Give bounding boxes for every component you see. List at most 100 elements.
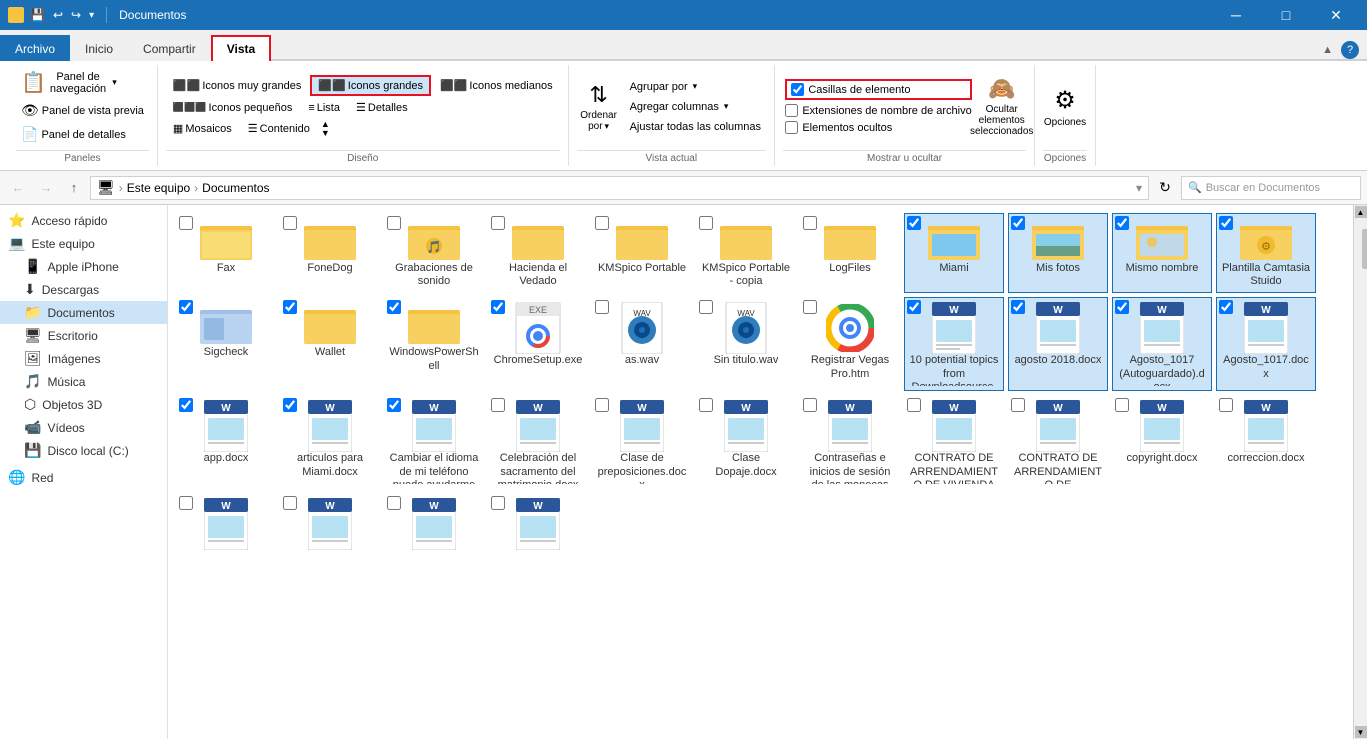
ajustar-columnas-btn[interactable]: Ajustar todas las columnas	[625, 118, 766, 136]
extensiones-checkbox-label[interactable]: Extensiones de nombre de archivo	[785, 104, 971, 117]
maximize-button[interactable]: □	[1263, 0, 1309, 30]
mosaicos-btn[interactable]: ▦ Mosaicos	[166, 119, 239, 138]
file-item-10potential[interactable]: W 10 potential topics from Downloadsourc…	[904, 297, 1004, 391]
iconos-grandes-btn[interactable]: ⬛⬛ Iconos grandes	[310, 75, 431, 96]
sidebar-item-descargas[interactable]: ⬇ Descargas	[0, 278, 167, 301]
file-item-agosto2018[interactable]: W agosto 2018.docx	[1008, 297, 1108, 391]
sidebar-item-apple-iphone[interactable]: 📱 Apple iPhone	[0, 255, 167, 278]
file-checkbox-agosto1017[interactable]	[1219, 300, 1233, 314]
agregar-columnas-btn[interactable]: Agregar columnas ▾	[625, 98, 766, 116]
tab-vista[interactable]: Vista	[211, 35, 271, 61]
file-checkbox-aswav[interactable]	[595, 300, 609, 314]
file-checkbox-10potential[interactable]	[907, 300, 921, 314]
file-item-doc3[interactable]: W	[384, 493, 484, 555]
sidebar-item-imagenes[interactable]: 🖼 Imágenes	[0, 347, 167, 370]
back-button[interactable]: ←	[6, 176, 30, 200]
file-checkbox-cambiar-idioma[interactable]	[387, 398, 401, 412]
file-item-registrar-vegas[interactable]: Registrar Vegas Pro.htm	[800, 297, 900, 391]
design-scroll[interactable]: ▲ ▼	[321, 120, 330, 138]
file-item-contrato-menores[interactable]: W CONTRATO DE ARRENDAMIENTO DE VIVIENDA …	[904, 395, 1004, 489]
contenido-btn[interactable]: ☰ Contenido	[241, 119, 317, 138]
file-item-plantilla[interactable]: ⚙ Plantilla Camtasia Stuido	[1216, 213, 1316, 293]
casillas-elemento-label[interactable]: Casillas de elemento	[791, 83, 910, 96]
nav-panel-button[interactable]: 📋 Panel denavegación ▾	[16, 67, 122, 98]
file-item-kmspico[interactable]: KMSpico Portable	[592, 213, 692, 293]
file-checkbox-kmspico[interactable]	[595, 216, 609, 230]
file-checkbox-app[interactable]	[179, 398, 193, 412]
extensiones-checkbox[interactable]	[785, 104, 798, 117]
sidebar-item-documentos[interactable]: 📁 Documentos	[0, 301, 167, 324]
file-checkbox-registrar-vegas[interactable]	[803, 300, 817, 314]
preview-panel-button[interactable]: 👁 Panel de vista previa	[16, 99, 149, 122]
elementos-ocultos-checkbox-label[interactable]: Elementos ocultos	[785, 121, 971, 134]
casillas-elemento-checkbox[interactable]	[791, 83, 804, 96]
search-box[interactable]: 🔍 Buscar en Documentos	[1181, 176, 1361, 200]
file-item-copyright[interactable]: W copyright.docx	[1112, 395, 1212, 489]
casillas-elemento-checkbox-container[interactable]: Casillas de elemento	[785, 79, 971, 100]
file-checkbox-logfiles[interactable]	[803, 216, 817, 230]
file-item-grabaciones[interactable]: 🎵 Grabaciones de sonido	[384, 213, 484, 293]
file-item-miami[interactable]: Miami	[904, 213, 1004, 293]
file-checkbox-kmspico-copia[interactable]	[699, 216, 713, 230]
file-checkbox-correccion[interactable]	[1219, 398, 1233, 412]
file-item-fonedog[interactable]: FoneDog	[280, 213, 380, 293]
file-checkbox-sintitulo[interactable]	[699, 300, 713, 314]
file-item-fax[interactable]: Fax	[176, 213, 276, 293]
details-panel-button[interactable]: 📄 Panel de detalles	[16, 123, 131, 146]
file-item-correccion[interactable]: W correccion.docx	[1216, 395, 1316, 489]
file-item-agosto1017auto[interactable]: W Agosto_1017 (Autoguardado).docx	[1112, 297, 1212, 391]
quick-redo[interactable]: ↪	[71, 8, 81, 22]
file-item-doc4[interactable]: W	[488, 493, 588, 555]
file-checkbox-copyright[interactable]	[1115, 398, 1129, 412]
sidebar-item-videos[interactable]: 📹 Vídeos	[0, 416, 167, 439]
iconos-muy-grandes-btn[interactable]: ⬛⬛ Iconos muy grandes	[166, 76, 308, 95]
file-item-wallet[interactable]: Wallet	[280, 297, 380, 391]
file-item-sigcheck[interactable]: Sigcheck	[176, 297, 276, 391]
sidebar-item-musica[interactable]: 🎵 Música	[0, 370, 167, 393]
file-checkbox-contrato-vivienda[interactable]	[1011, 398, 1025, 412]
tab-archivo[interactable]: Archivo	[0, 35, 70, 61]
file-checkbox-doc3[interactable]	[387, 496, 401, 510]
sidebar-item-objetos3d[interactable]: ⬡ Objetos 3D	[0, 393, 167, 416]
file-item-clase-dopaje[interactable]: W Clase Dopaje.docx	[696, 395, 796, 489]
ocultar-elementos-btn[interactable]: 🙈 Ocultar elementosseleccionados	[980, 79, 1024, 135]
file-checkbox-agosto1017auto[interactable]	[1115, 300, 1129, 314]
file-checkbox-chromesetup[interactable]	[491, 300, 505, 314]
file-checkbox-celebracion[interactable]	[491, 398, 505, 412]
elementos-ocultos-checkbox[interactable]	[785, 121, 798, 134]
ribbon-collapse[interactable]: ▲	[1322, 44, 1333, 56]
file-checkbox-hacienda[interactable]	[491, 216, 505, 230]
file-item-chromesetup[interactable]: EXE ChromeSetup.exe	[488, 297, 588, 391]
file-item-clase-preposiciones[interactable]: W Clase de preposiciones.docx	[592, 395, 692, 489]
agrupar-por-btn[interactable]: Agrupar por ▾	[625, 78, 766, 96]
ordenar-por-btn[interactable]: ⇅ Ordenarpor▾	[577, 79, 621, 135]
file-checkbox-clase-preposiciones[interactable]	[595, 398, 609, 412]
file-checkbox-grabaciones[interactable]	[387, 216, 401, 230]
quick-save[interactable]: 💾	[30, 8, 45, 22]
opciones-btn[interactable]: ⚙ Opciones	[1043, 79, 1087, 135]
file-checkbox-fonedog[interactable]	[283, 216, 297, 230]
file-checkbox-mismonombre[interactable]	[1115, 216, 1129, 230]
file-checkbox-sigcheck[interactable]	[179, 300, 193, 314]
file-item-logfiles[interactable]: LogFiles	[800, 213, 900, 293]
detalles-btn[interactable]: ☰ Detalles	[349, 98, 415, 117]
file-item-celebracion[interactable]: W Celebración del sacramento del matrimo…	[488, 395, 588, 489]
refresh-button[interactable]: ↻	[1153, 176, 1177, 200]
file-checkbox-contrato-menores[interactable]	[907, 398, 921, 412]
file-item-app[interactable]: W app.docx	[176, 395, 276, 489]
sidebar-item-disco-local[interactable]: 💾 Disco local (C:)	[0, 439, 167, 462]
file-checkbox-doc2[interactable]	[283, 496, 297, 510]
vertical-scrollbar[interactable]: ▲ ▼	[1353, 205, 1367, 739]
file-item-cambiar-idioma[interactable]: W Cambiar el idioma de mi teléfono puede…	[384, 395, 484, 489]
file-item-sintitulo[interactable]: WAV Sin titulo.wav	[696, 297, 796, 391]
address-path[interactable]: 🖥 › Este equipo › Documentos ▾	[90, 176, 1149, 200]
file-item-mismonombre[interactable]: Mismo nombre	[1112, 213, 1212, 293]
file-checkbox-doc1[interactable]	[179, 496, 193, 510]
file-item-agosto1017[interactable]: W Agosto_1017.docx	[1216, 297, 1316, 391]
sidebar-item-este-equipo[interactable]: 💻 Este equipo	[0, 232, 167, 255]
path-este-equipo[interactable]: Este equipo	[127, 181, 190, 195]
file-item-hacienda[interactable]: Hacienda el Vedado	[488, 213, 588, 293]
file-item-doc1[interactable]: W	[176, 493, 276, 555]
file-item-doc2[interactable]: W	[280, 493, 380, 555]
file-item-contrasenas[interactable]: W Contraseñas e inicios de sesión de las…	[800, 395, 900, 489]
